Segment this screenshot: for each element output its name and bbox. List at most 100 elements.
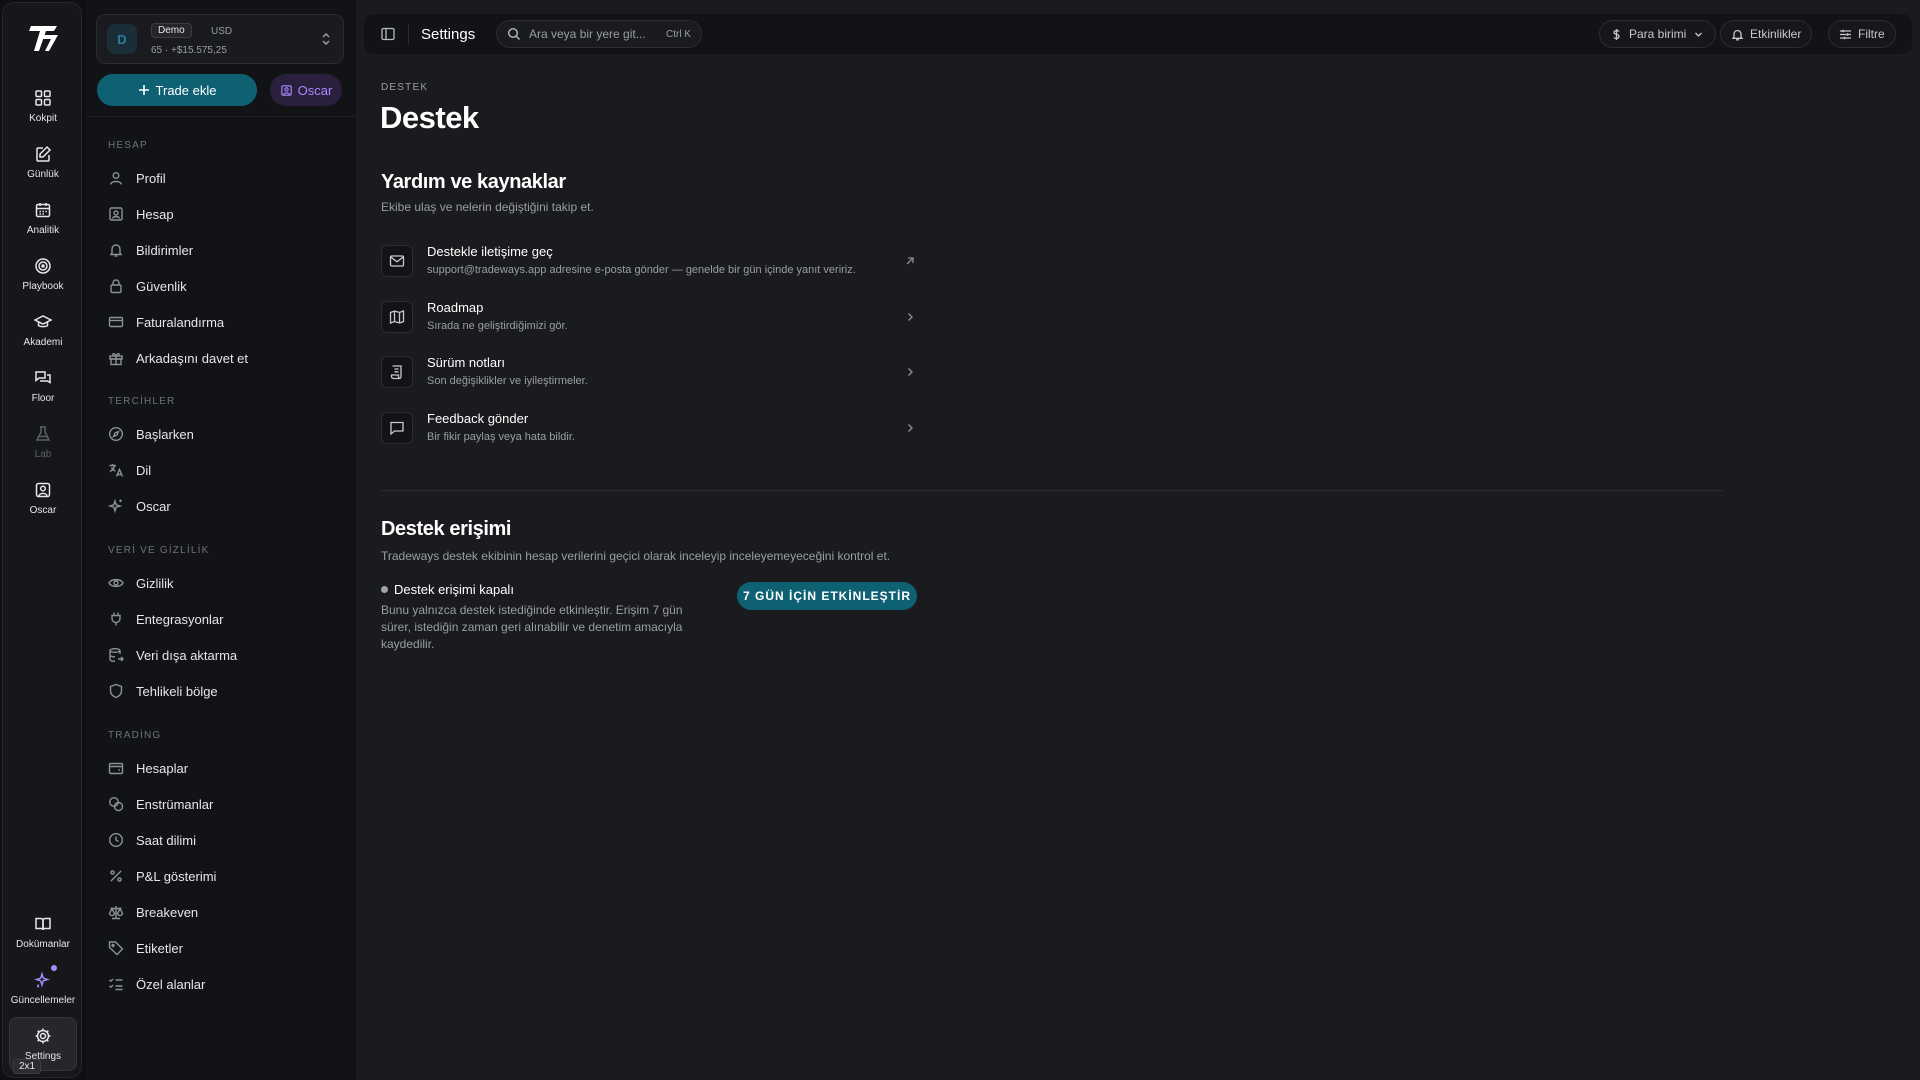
filter-button[interactable]: Filtre (1828, 20, 1896, 48)
sidebar-item-faturalandirma[interactable]: Faturalandırma (98, 308, 338, 336)
message-square-icon (381, 412, 413, 444)
scroll-icon (381, 356, 413, 388)
chevron-down-icon (1695, 32, 1703, 37)
panel-left-icon (381, 27, 395, 41)
account-switcher[interactable]: D Demo USD 65 · +$15.575,25 (96, 14, 344, 64)
sidebar-item-saat-dilimi[interactable]: Saat dilimi (98, 826, 338, 854)
gift-icon (109, 353, 123, 366)
rail-item-guncellemeler[interactable]: Güncellemeler (9, 963, 77, 1013)
settings-sidebar: D Demo USD 65 · +$15.575,25 Trade ekle O… (86, 0, 356, 1080)
tag-icon (108, 941, 124, 956)
sidebar-item-etiketler[interactable]: Etiketler (98, 934, 338, 962)
release-notes-row[interactable]: Sürüm notları Son değişiklikler ve iyile… (381, 352, 917, 394)
help-section-subtitle: Ekibe ulaş ve nelerin değiştiğini takip … (381, 200, 594, 214)
sidebar-item-label: Güvenlik (136, 278, 187, 294)
sidebar-item-label: Breakeven (136, 904, 199, 920)
rail-item-dokumanlar[interactable]: Dokümanlar (9, 907, 77, 957)
sidebar-item-label: Veri dışa aktarma (136, 647, 238, 663)
percent-icon (110, 870, 122, 882)
rail-item-gunluk[interactable]: Günlük (9, 137, 77, 187)
sidebar-item-tehlikeli-bolge[interactable]: Tehlikeli bölge (98, 677, 338, 705)
rail-label: Akademi (23, 336, 63, 348)
sidebar-item-guvenlik[interactable]: Güvenlik (98, 272, 338, 300)
rail-item-analitik[interactable]: Analitik (9, 193, 77, 243)
id-card-icon (109, 207, 123, 221)
sidebar-item-enstrumanlar[interactable]: Enstrümanlar (98, 790, 338, 818)
oscar-button[interactable]: Oscar (270, 74, 342, 106)
row-description: Son değişiklikler ve iyileştirmeler. (427, 375, 588, 387)
rail-item-lab[interactable]: Lab (9, 417, 77, 467)
rail-item-akademi[interactable]: Akademi (9, 305, 77, 355)
roadmap-row[interactable]: Roadmap Sırada ne geliştirdiğimizi gör. (381, 297, 917, 339)
search-shortcut: Ctrl K (666, 28, 691, 40)
sidebar-item-pl-gosterimi[interactable]: P&L gösterimi (98, 862, 338, 890)
wallet-icon (108, 762, 124, 775)
sidebar-item-ozel-alanlar[interactable]: Özel alanlar (98, 970, 338, 998)
sidebar-toggle-button[interactable] (376, 22, 400, 46)
send-feedback-row[interactable]: Feedback gönder Bir fikir paylaş veya ha… (381, 408, 917, 450)
sidebar-item-bildirimler[interactable]: Bildirimler (98, 236, 338, 264)
sidebar-item-label: Özel alanlar (136, 976, 206, 992)
sidebar-item-label: Dil (136, 462, 152, 478)
sidebar-item-gizlilik[interactable]: Gizlilik (98, 569, 338, 597)
sidebar-item-dil[interactable]: Dil (98, 456, 338, 484)
lock-icon (110, 279, 122, 294)
section-title-tercihler: TERCİHLER (108, 396, 176, 407)
page-eyebrow: DESTEK (381, 82, 429, 93)
sidebar-item-baslarken[interactable]: Başlarken (98, 420, 338, 448)
events-button[interactable]: Etkinlikler (1720, 20, 1813, 48)
chevron-right-icon (908, 313, 913, 321)
user-icon (109, 172, 123, 185)
page-title: Destek (380, 100, 479, 135)
sidebar-item-label: Arkadaşını davet et (136, 350, 249, 366)
sparkles-icon (108, 498, 123, 514)
rail-item-floor[interactable]: Floor (9, 361, 77, 411)
currency-button[interactable]: Para birimi (1599, 20, 1717, 48)
sidebar-item-entegrasyonlar[interactable]: Entegrasyonlar (98, 605, 338, 633)
sidebar-item-label: Tehlikeli bölge (136, 683, 218, 699)
sidebar-item-breakeven[interactable]: Breakeven (98, 898, 338, 926)
sidebar-item-veri-disa-aktarma[interactable]: Veri dışa aktarma (98, 641, 338, 669)
row-title: Destekle iletişime geç (427, 244, 553, 259)
map-icon (381, 301, 413, 333)
chevron-up-down-icon (322, 32, 330, 46)
sidebar-item-hesaplar[interactable]: Hesaplar (98, 754, 338, 782)
row-title: Feedback gönder (427, 411, 529, 426)
rail-label: Playbook (22, 280, 64, 292)
rail-label: Kokpit (29, 112, 57, 124)
rail-item-playbook[interactable]: Playbook (9, 249, 77, 299)
add-trade-button[interactable]: Trade ekle (97, 74, 257, 106)
gear-icon (35, 1028, 51, 1043)
sidebar-item-label: P&L gösterimi (136, 868, 217, 884)
sidebar-item-hesap[interactable]: Hesap (98, 200, 338, 228)
sidebar-item-oscar[interactable]: Oscar (98, 492, 338, 520)
rail-label: Lab (34, 448, 52, 460)
language-icon (109, 464, 124, 477)
support-access-title: Destek erişimi (381, 518, 512, 540)
dashboard-icon (35, 89, 51, 106)
rail-label: Dokümanlar (16, 938, 70, 950)
compass-icon (108, 426, 124, 442)
sidebar-item-arkadasini-davet-et[interactable]: Arkadaşını davet et (98, 344, 338, 372)
enable-support-access-button[interactable]: 7 GÜN İÇİN ETKİNLEŞTİR (737, 582, 917, 610)
add-trade-label: Trade ekle (155, 82, 217, 98)
clock-icon (108, 832, 124, 848)
rail-item-kokpit[interactable]: Kokpit (9, 81, 77, 131)
section-divider (381, 490, 1723, 491)
row-description: Bir fikir paylaş veya hata bildir. (427, 431, 575, 443)
oscar-portrait-icon (280, 84, 292, 96)
account-tag: Demo (151, 23, 192, 38)
rail-item-oscar[interactable]: Oscar (9, 473, 77, 523)
contact-support-row[interactable]: Destekle iletişime geç support@tradeways… (381, 241, 917, 283)
sidebar-item-profil[interactable]: Profil (98, 164, 338, 192)
top-bar: Settings Ara veya bir yere git... Ctrl K… (364, 14, 1912, 54)
tradeways-logo[interactable] (27, 21, 61, 55)
flask-icon (35, 425, 51, 441)
support-access-subtitle: Tradeways destek ekibinin hesap verileri… (381, 549, 891, 563)
sidebar-item-label: Etiketler (136, 940, 183, 956)
bell-icon (1731, 29, 1744, 40)
sidebar-item-label: Hesaplar (136, 760, 189, 776)
status-text: Destek erişimi kapalı (394, 582, 514, 597)
shield-icon (109, 683, 123, 699)
search-input[interactable]: Ara veya bir yere git... Ctrl K (496, 20, 702, 48)
